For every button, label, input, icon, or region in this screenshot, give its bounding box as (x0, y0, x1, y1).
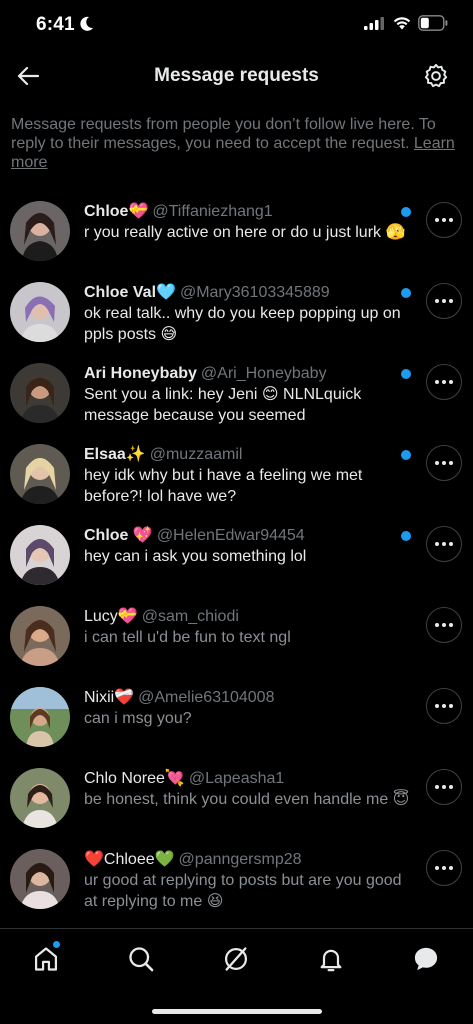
tab-search[interactable] (123, 941, 159, 977)
avatar[interactable] (10, 525, 70, 585)
unread-indicator (401, 288, 411, 298)
more-options-button[interactable] (426, 688, 462, 724)
status-time: 6:41 (36, 14, 75, 35)
avatar[interactable] (10, 282, 70, 342)
home-icon (34, 947, 58, 971)
home-notification-dot (53, 941, 60, 948)
sender-name: Chloe 💖 (84, 527, 153, 544)
list-item-body: Lucy💝 @sam_chiodi i can tell u'd be fun t… (84, 606, 414, 648)
list-item[interactable]: Ari Honeybaby @Ari_Honeybaby Sent you a l… (0, 352, 473, 433)
tab-grok[interactable] (218, 941, 254, 977)
sender-handle: @Mary36103345889 (179, 284, 330, 301)
message-request-list: Chloe💝 @Tiffaniezhang1 r you really activ… (0, 190, 473, 919)
page-title: Message requests (154, 65, 319, 86)
more-options-button[interactable] (426, 607, 462, 643)
sender-handle: @Ari_Honeybaby (200, 365, 327, 382)
list-item-body: Elsaa✨ @muzzaamil hey idk why but i have … (84, 444, 414, 507)
avatar[interactable] (10, 606, 70, 666)
list-item-body: Chlo Noree💘 @Lapeasha1 be honest, think y… (84, 768, 414, 810)
list-item[interactable]: Elsaa✨ @muzzaamil hey idk why but i have … (0, 433, 473, 514)
more-options-button[interactable] (426, 364, 462, 400)
message-preview: can i msg you? (84, 710, 192, 727)
sender-handle: @Tiffaniezhang1 (152, 203, 273, 220)
message-preview: hey idk why but i have a feeling we met … (84, 467, 363, 505)
sender-name: Chlo Noree💘 (84, 770, 185, 787)
avatar[interactable] (10, 363, 70, 423)
avatar[interactable] (10, 444, 70, 504)
sender-handle: @sam_chiodi (141, 608, 239, 625)
unread-indicator (401, 450, 411, 460)
settings-button[interactable] (422, 62, 450, 90)
list-item[interactable]: Lucy💝 @sam_chiodi i can tell u'd be fun t… (0, 595, 473, 676)
message-preview: be honest, think you could even handle m… (84, 791, 410, 808)
list-item-body: Nixii❤️‍🩹 @Amelie63104008 can i msg you? (84, 687, 414, 729)
list-item[interactable]: Chloe Val🩵 @Mary36103345889 ok real talk.… (0, 271, 473, 352)
list-item-body: Chloe 💖 @HelenEdwar94454 hey can i ask yo… (84, 525, 414, 567)
more-options-button[interactable] (426, 769, 462, 805)
tab-messages[interactable] (408, 941, 444, 977)
grok-icon (224, 947, 248, 971)
sender-handle: @Lapeasha1 (188, 770, 285, 787)
sender-handle: @Amelie63104008 (138, 689, 275, 706)
avatar[interactable] (10, 768, 70, 828)
more-options-button[interactable] (426, 445, 462, 481)
tab-notifications[interactable] (313, 941, 349, 977)
sender-handle: @panngersmp28 (178, 851, 302, 868)
search-icon (129, 947, 154, 972)
sender-name: Lucy💝 (84, 608, 138, 625)
sender-name: Chloe Val🩵 (84, 284, 176, 301)
list-item-body: Ari Honeybaby @Ari_Honeybaby Sent you a l… (84, 363, 414, 426)
sender-name: Chloe💝 (84, 203, 149, 220)
list-item[interactable]: Chloe 💖 @HelenEdwar94454 hey can i ask yo… (0, 514, 473, 595)
messages-icon (414, 947, 438, 971)
list-item[interactable]: Nixii❤️‍🩹 @Amelie63104008 can i msg you? (0, 676, 473, 757)
message-preview: ok real talk.. why do you keep popping u… (84, 305, 401, 343)
list-item[interactable]: Chlo Noree💘 @Lapeasha1 be honest, think y… (0, 757, 473, 838)
avatar[interactable] (10, 687, 70, 747)
more-options-button[interactable] (426, 850, 462, 886)
more-options-button[interactable] (426, 283, 462, 319)
avatar[interactable] (10, 201, 70, 261)
list-item[interactable]: ❤️Chloee💚 @panngersmp28 ur good at replyi… (0, 838, 473, 919)
list-item-body: Chloe Val🩵 @Mary36103345889 ok real talk.… (84, 282, 414, 345)
message-preview: ur good at replying to posts but are you… (84, 872, 402, 910)
info-text: Message requests from people you don’t f… (11, 115, 461, 172)
sender-name: Nixii❤️‍🩹 (84, 689, 135, 706)
battery-icon (418, 15, 448, 31)
list-item[interactable]: Chloe💝 @Tiffaniezhang1 r you really activ… (0, 190, 473, 271)
cellular-signal-icon (364, 17, 384, 30)
status-bar: 6:41 (0, 0, 473, 50)
notifications-icon (320, 949, 342, 972)
message-preview: Sent you a link: hey Jeni 😊 NLNLquick me… (84, 386, 362, 424)
sender-handle: @HelenEdwar94454 (156, 527, 305, 544)
header: Message requests (0, 52, 473, 100)
gear-icon (424, 63, 448, 88)
list-item-body: ❤️Chloee💚 @panngersmp28 ur good at replyi… (84, 849, 414, 912)
more-options-button[interactable] (426, 526, 462, 562)
message-preview: i can tell u'd be fun to text ngl (84, 629, 291, 646)
unread-indicator (401, 207, 411, 217)
sender-handle: @muzzaamil (149, 446, 243, 463)
more-options-button[interactable] (426, 202, 462, 238)
sender-name: ❤️Chloee💚 (84, 851, 175, 868)
home-indicator[interactable] (152, 1009, 322, 1014)
avatar[interactable] (10, 849, 70, 909)
unread-indicator (401, 531, 411, 541)
info-description: Message requests from people you don’t f… (11, 116, 436, 152)
sender-name: Elsaa✨ (84, 446, 146, 463)
moon-icon (80, 16, 93, 31)
message-preview: r you really active on here or do u just… (84, 224, 406, 241)
message-preview: hey can i ask you something lol (84, 548, 307, 565)
sender-name: Ari Honeybaby (84, 365, 197, 382)
wifi-icon (393, 17, 411, 30)
unread-indicator (401, 369, 411, 379)
list-item-body: Chloe💝 @Tiffaniezhang1 r you really activ… (84, 201, 414, 243)
